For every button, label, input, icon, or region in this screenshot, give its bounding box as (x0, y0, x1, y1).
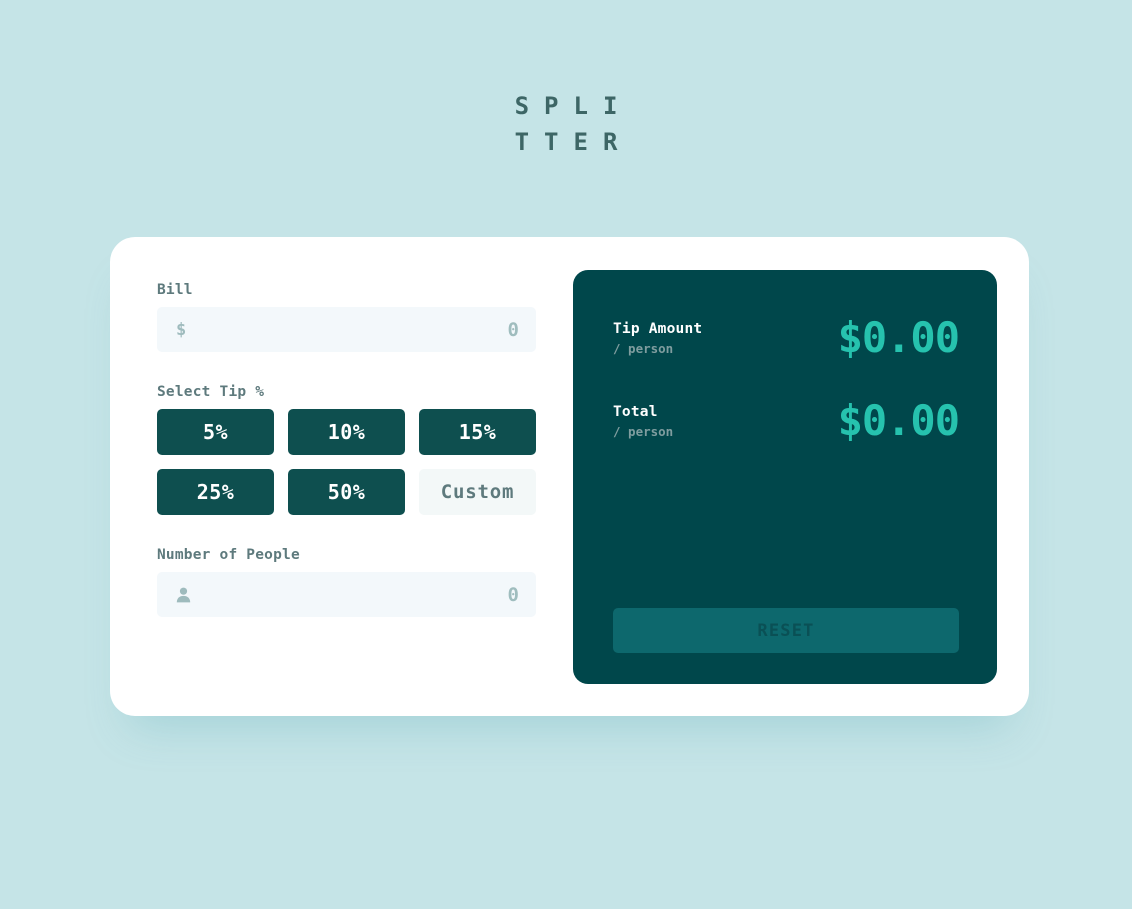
tip-option-50[interactable]: 50% (288, 469, 405, 515)
tip-option-10[interactable]: 10% (288, 409, 405, 455)
people-field-group: Number of People (157, 547, 536, 617)
tip-amount-sublabel: / person (613, 340, 674, 356)
tip-label: Select Tip % (157, 384, 265, 400)
total-value: $0.00 (837, 396, 960, 445)
app-title-line-2: TTER (514, 128, 633, 156)
tip-options-grid: 5% 10% 15% 25% 50% Custom (157, 409, 536, 515)
calculator-card: Bill $ Select Tip % 5% 10% 15% 25% 50% C… (110, 237, 1029, 716)
tip-amount-labels: Tip Amount / person (613, 321, 702, 356)
spacer-tip-people (157, 515, 536, 547)
spacer-bill-tip (157, 352, 536, 384)
tip-option-5[interactable]: 5% (157, 409, 274, 455)
total-sublabel: / person (613, 423, 674, 439)
bill-field-group: Bill $ (157, 282, 536, 352)
app-title-line-1: SPLI (514, 92, 633, 120)
bill-input[interactable] (157, 318, 536, 341)
total-row: Total / person $0.00 (613, 396, 960, 445)
people-label: Number of People (157, 547, 300, 563)
tip-amount-row: Tip Amount / person $0.00 (613, 313, 960, 362)
tip-option-custom[interactable]: Custom (419, 469, 536, 515)
total-label: Total (613, 403, 658, 420)
person-icon (176, 587, 191, 603)
tip-amount-value: $0.00 (837, 313, 960, 362)
input-panel: Bill $ Select Tip % 5% 10% 15% 25% 50% C… (157, 270, 536, 684)
app-title: SPLI TTER (0, 88, 1132, 160)
results-spacer (613, 442, 959, 608)
bill-input-wrap[interactable]: $ (157, 307, 536, 352)
reset-button[interactable]: RESET (613, 608, 959, 653)
tip-field-group: Select Tip % 5% 10% 15% 25% 50% Custom (157, 384, 536, 515)
tip-option-15[interactable]: 15% (419, 409, 536, 455)
bill-label: Bill (157, 282, 193, 298)
total-labels: Total / person (613, 404, 673, 439)
tip-amount-label: Tip Amount (613, 320, 703, 337)
people-input[interactable] (157, 583, 536, 606)
people-input-wrap[interactable] (157, 572, 536, 617)
tip-option-25[interactable]: 25% (157, 469, 274, 515)
results-panel: Tip Amount / person $0.00 Total / person… (573, 270, 997, 684)
